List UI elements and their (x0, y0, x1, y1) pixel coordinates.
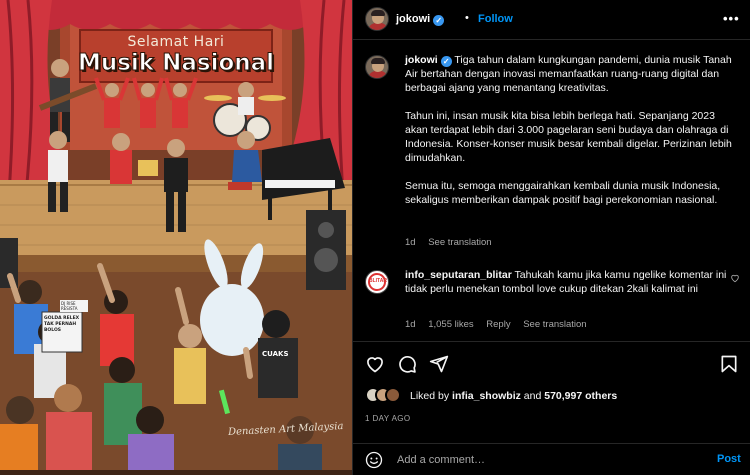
post-panel: jokowi ✓ • Follow ••• jokowi ✓ Tiga tahun … (352, 0, 750, 475)
comment-reply-button[interactable]: Reply (486, 319, 510, 330)
post-image[interactable]: Selamat Hari Musik Nasional Denasten Art… (0, 0, 352, 475)
comment-body: info_seputaran_blitar Tahukah kamu jika … (405, 268, 739, 296)
comment-heart-icon[interactable] (730, 273, 740, 283)
post-button[interactable]: Post (717, 453, 741, 465)
sign-text-2: DJ RISE RESISTA (60, 300, 88, 312)
emoji-icon[interactable] (365, 451, 383, 469)
header-username-text[interactable]: jokowi (396, 13, 430, 25)
caption-see-translation[interactable]: See translation (428, 237, 491, 248)
post-date[interactable]: 1 DAY AGO (365, 414, 411, 423)
caption-avatar[interactable] (365, 55, 389, 79)
verified-icon: ✓ (433, 15, 445, 26)
image-title-small: Selamat Hari (127, 34, 225, 50)
share-icon[interactable] (429, 354, 449, 374)
bookmark-icon[interactable] (719, 354, 739, 374)
comment-meta: 1d 1,055 likes Reply See translation (405, 319, 597, 330)
actions-section: Liked by infia_showbiz and 570,997 other… (353, 341, 750, 475)
caption-paragraph-3: Semua itu, semoga menggairahkan kembali … (405, 180, 721, 206)
comment-avatar-text: BLITAR (369, 278, 387, 284)
verified-icon: ✓ (440, 56, 452, 67)
comment-avatar[interactable]: BLITAR (365, 270, 389, 294)
more-icon[interactable]: ••• (723, 11, 740, 26)
liker-avatar[interactable] (385, 387, 401, 403)
comment-username[interactable]: info_seputaran_blitar (405, 269, 512, 281)
liked-by-and: and (523, 390, 542, 402)
shirt-text: CUAKS (262, 350, 289, 358)
sign-text: GOLDA RELEX TAK PERNAH BOLOS (44, 316, 80, 333)
comments-section[interactable]: jokowi ✓ Tiga tahun dalam kungkungan pand… (353, 41, 750, 341)
caption-username[interactable]: jokowi (405, 54, 438, 66)
liked-by-others[interactable]: 570,997 others (544, 390, 617, 402)
caption-meta: 1d See translation (405, 237, 502, 248)
caption-paragraph-1: Tiga tahun dalam kungkungan pandemi, dun… (405, 54, 732, 94)
comment-age: 1d (405, 319, 416, 330)
liked-by-user[interactable]: infia_showbiz (452, 390, 521, 402)
liked-by-prefix: Liked by (410, 390, 450, 402)
caption: jokowi ✓ Tiga tahun dalam kungkungan pand… (405, 53, 739, 221)
follow-button[interactable]: Follow (478, 13, 513, 25)
avatar[interactable] (365, 7, 389, 31)
caption-paragraph-2: Tahun ini, insan musik kita bisa lebih b… (405, 110, 732, 164)
comment-likes[interactable]: 1,055 likes (428, 319, 473, 330)
comment-input[interactable] (397, 452, 697, 468)
image-title-big: Musik Nasional (77, 50, 275, 77)
header-separator: • (465, 12, 469, 24)
comment-see-translation[interactable]: See translation (523, 319, 586, 330)
heart-icon[interactable] (365, 354, 385, 374)
header-username[interactable]: jokowi ✓ (396, 13, 445, 26)
add-comment-bar: Post (353, 443, 750, 475)
liked-by-text: Liked by infia_showbiz and 570,997 other… (410, 390, 617, 402)
comment-icon[interactable] (397, 354, 417, 374)
post-header: jokowi ✓ • Follow ••• (353, 0, 750, 40)
caption-age: 1d (405, 237, 416, 248)
